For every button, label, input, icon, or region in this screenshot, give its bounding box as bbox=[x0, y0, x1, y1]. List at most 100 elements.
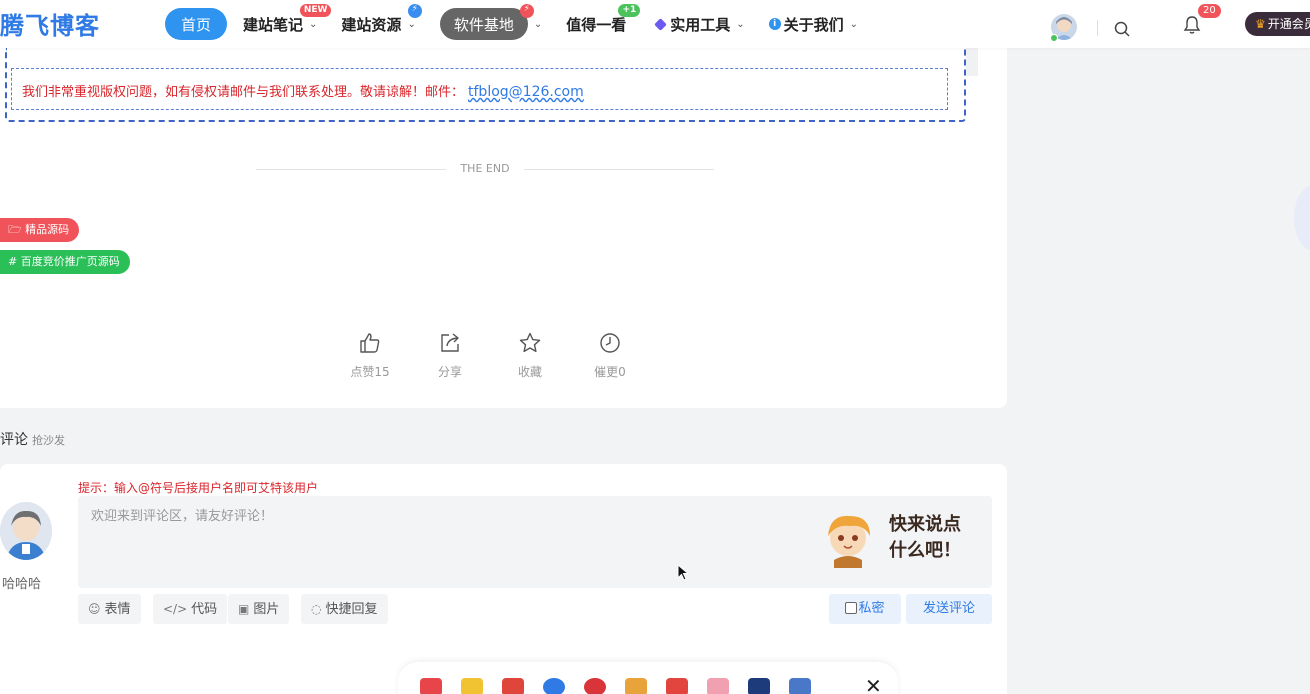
plus-badge: +1 bbox=[618, 4, 641, 17]
cartoon-character-icon bbox=[828, 515, 870, 568]
private-checkbox[interactable] bbox=[845, 602, 858, 614]
nav-item-tools[interactable]: 实用工具 ⌄ bbox=[654, 8, 745, 40]
nav-item-software[interactable]: 软件基地 ⚡ bbox=[439, 4, 534, 40]
nav-item-resources[interactable]: 建站资源 ⚡ ⌄ bbox=[341, 4, 422, 40]
code-icon: </> bbox=[163, 602, 188, 616]
emoji-tool-button[interactable]: ☺ 表情 bbox=[78, 594, 141, 624]
nav-item-about[interactable]: i 关于我们 ⌄ bbox=[768, 8, 859, 40]
code-tool-button[interactable]: </> 代码 bbox=[153, 594, 228, 624]
nav-item-software-chevron[interactable]: ⌄ bbox=[534, 8, 542, 40]
header-divider bbox=[1097, 20, 1098, 36]
app-icon-1[interactable] bbox=[420, 678, 442, 694]
commenter-avatar bbox=[0, 502, 52, 560]
chevron-down-icon: ⌄ bbox=[533, 18, 543, 30]
bell-icon[interactable] bbox=[1182, 14, 1202, 36]
search-icon[interactable] bbox=[1113, 20, 1131, 38]
private-label: 私密 bbox=[858, 601, 885, 616]
like-label: 点赞15 bbox=[350, 365, 390, 379]
app-icon-7[interactable] bbox=[666, 678, 688, 694]
tag-label: 百度竞价推广页源码 bbox=[20, 255, 120, 268]
quick-reply-tool-button[interactable]: ◌ 快捷回复 bbox=[301, 594, 388, 624]
app-icon-4[interactable] bbox=[543, 678, 565, 694]
nav-label: 值得一看 bbox=[566, 15, 627, 34]
chevron-down-icon: ⌄ bbox=[309, 18, 318, 30]
tag-topic[interactable]: # 百度竞价推广页源码 bbox=[0, 250, 130, 274]
bolt-badge: ⚡ bbox=[407, 4, 422, 18]
commenter-name: 哈哈哈 bbox=[2, 577, 42, 592]
tag-category[interactable]: 🗁 精品源码 bbox=[0, 218, 80, 242]
comments-heading: 评论 抢沙发 bbox=[0, 429, 65, 449]
vip-label: 开通会员 bbox=[1267, 17, 1310, 31]
chevron-down-icon: ⌄ bbox=[849, 18, 859, 30]
share-button[interactable]: 分享 bbox=[410, 331, 490, 380]
comment-form-card: 提示：输入@符号后接用户名即可艾特该用户 哈哈哈 欢迎来到评论区，请友好评论！ … bbox=[0, 464, 1007, 694]
app-icon-8[interactable] bbox=[707, 678, 729, 694]
like-button[interactable]: 点赞15 bbox=[330, 331, 410, 380]
article-card: 我们非常重视版权问题，如有侵权请邮件与我们联系处理。敬请谅解！邮件： tfblog… bbox=[0, 48, 1007, 408]
smile-icon: ☺ bbox=[88, 602, 101, 616]
main-nav: 首页 建站笔记 NEW ⌄ 建站资源 ⚡ ⌄ 软件基地 ⚡ ⌄ 值得一看 +1 … bbox=[165, 4, 882, 40]
sticker-illustration: 快来说点 什么吧！ bbox=[820, 508, 970, 568]
nav-label: 首页 bbox=[181, 15, 212, 34]
app-icon-10[interactable] bbox=[789, 678, 811, 694]
nav-item-worth-seeing[interactable]: 值得一看 +1 bbox=[566, 4, 641, 40]
nav-label: 关于我们 bbox=[783, 15, 844, 34]
private-toggle[interactable]: 私密 bbox=[829, 594, 901, 624]
notification-count-badge: 20 bbox=[1198, 4, 1221, 18]
app-icon-6[interactable] bbox=[625, 678, 647, 694]
chevron-down-icon: ⌄ bbox=[736, 18, 745, 30]
urge-update-button[interactable]: 催更0 bbox=[570, 331, 650, 380]
new-badge: NEW bbox=[299, 4, 332, 17]
folder-icon: 🗁 bbox=[8, 223, 22, 236]
nav-label: 软件基地 bbox=[453, 15, 514, 34]
favorite-button[interactable]: 收藏 bbox=[490, 331, 570, 380]
side-float-widget[interactable] bbox=[1294, 185, 1310, 251]
the-end-divider: THE END bbox=[256, 159, 714, 179]
mouse-cursor-icon bbox=[677, 564, 689, 581]
tool-label: 代码 bbox=[191, 602, 218, 617]
nav-label: 建站资源 bbox=[341, 15, 402, 34]
send-comment-button[interactable]: 发送评论 bbox=[906, 594, 992, 624]
app-icon-5[interactable] bbox=[584, 678, 606, 694]
chevron-down-icon: ⌄ bbox=[407, 18, 416, 30]
comment-textarea[interactable]: 欢迎来到评论区，请友好评论！ 快来说点 什么吧！ bbox=[78, 496, 992, 588]
hash-icon: # bbox=[8, 255, 18, 268]
nav-item-home[interactable]: 首页 bbox=[165, 8, 228, 40]
tool-label: 表情 bbox=[104, 602, 131, 617]
nav-item-notes[interactable]: 建站笔记 NEW ⌄ bbox=[243, 4, 332, 40]
vip-button[interactable]: ♛ 开通会员 bbox=[1245, 12, 1310, 36]
nav-label: 实用工具 bbox=[670, 15, 731, 34]
site-header: 腾飞博客 首页 建站笔记 NEW ⌄ 建站资源 ⚡ ⌄ 软件基地 ⚡ ⌄ 值得一… bbox=[0, 0, 1310, 48]
clock-icon bbox=[600, 333, 620, 353]
comments-subtitle: 抢沙发 bbox=[32, 434, 65, 447]
copyright-notice: 我们非常重视版权问题，如有侵权请邮件与我们联系处理。敬请谅解！邮件： tfblog… bbox=[22, 81, 584, 100]
image-tool-button[interactable]: ▣ 图片 bbox=[228, 594, 290, 624]
urge-update-label: 催更0 bbox=[594, 365, 626, 379]
chat-bubble-icon: ◌ bbox=[311, 602, 322, 616]
site-logo[interactable]: 腾飞博客 bbox=[0, 6, 100, 41]
crown-icon: ♛ bbox=[1255, 17, 1266, 31]
scroll-fade bbox=[966, 48, 978, 76]
sticker-line-1: 快来说点 bbox=[889, 514, 961, 535]
close-icon[interactable]: ✕ bbox=[865, 676, 882, 694]
info-icon: i bbox=[768, 18, 781, 30]
app-icon-9[interactable] bbox=[748, 678, 770, 694]
sticker-line-2: 什么吧！ bbox=[889, 540, 961, 561]
comments-title: 评论 bbox=[0, 432, 28, 448]
bolt-badge: ⚡ bbox=[519, 4, 534, 18]
comment-hint: 提示：输入@符号后接用户名即可艾特该用户 bbox=[78, 481, 319, 495]
notice-email-link[interactable]: tfblog@126.com bbox=[468, 84, 584, 100]
app-icon-2[interactable] bbox=[461, 678, 483, 694]
online-status-dot bbox=[1050, 34, 1058, 42]
share-icon bbox=[441, 333, 459, 352]
article-actions: 点赞15 分享 收藏 催更0 bbox=[330, 331, 650, 380]
tool-label: 图片 bbox=[253, 602, 280, 617]
favorite-label: 收藏 bbox=[517, 365, 542, 379]
thumbs-up-icon bbox=[360, 333, 380, 353]
copyright-notice-text: 我们非常重视版权问题，如有侵权请邮件与我们联系处理。敬请谅解！邮件： bbox=[22, 85, 465, 100]
dock-icons bbox=[420, 678, 830, 694]
app-icon-3[interactable] bbox=[502, 678, 524, 694]
bottom-app-dock: ✕ bbox=[398, 662, 898, 694]
comment-placeholder: 欢迎来到评论区，请友好评论！ bbox=[91, 509, 274, 524]
divider-line bbox=[524, 169, 714, 170]
